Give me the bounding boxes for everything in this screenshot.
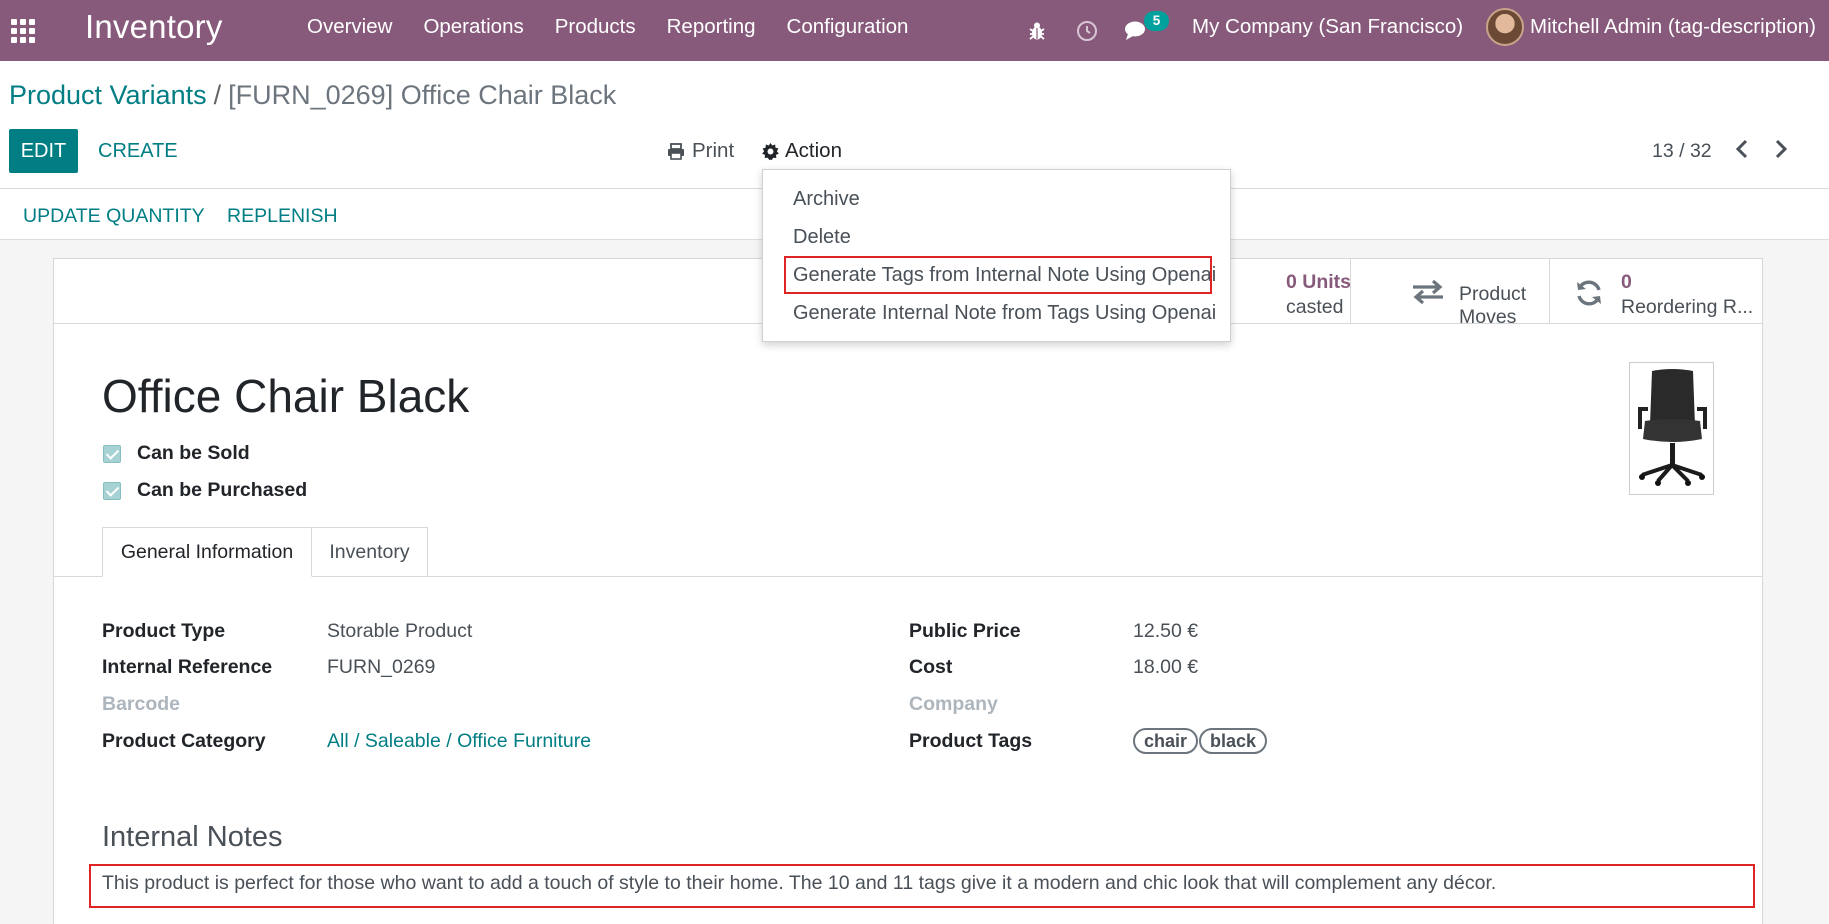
internal-notes-title: Internal Notes — [102, 821, 283, 853]
reordering-value: 0 — [1621, 271, 1632, 293]
menu-reporting[interactable]: Reporting — [667, 15, 756, 39]
breadcrumb: Product Variants / [FURN_0269] Office Chai… — [9, 80, 616, 111]
breadcrumb-product-variants[interactable]: Product Variants — [9, 80, 207, 110]
update-quantity-button[interactable]: UPDATE QUANTITY — [23, 205, 205, 228]
replenish-button[interactable]: REPLENISH — [227, 205, 338, 228]
tag-black[interactable]: black — [1199, 728, 1268, 754]
menu-products[interactable]: Products — [555, 15, 636, 39]
tab-general-information[interactable]: General Information — [102, 527, 312, 577]
bug-icon[interactable] — [1026, 0, 1048, 61]
forecasted-label: casted — [1286, 296, 1344, 318]
menu-configuration[interactable]: Configuration — [787, 15, 909, 39]
pager-value[interactable]: 13 / 32 — [1652, 140, 1712, 163]
action-menu-button[interactable]: Action — [762, 139, 842, 163]
product-category-link[interactable]: All / Saleable / Office Furniture — [327, 730, 591, 753]
action-generate-note-from-tags[interactable]: Generate Internal Note from Tags Using O… — [793, 302, 1216, 325]
tab-inventory[interactable]: Inventory — [312, 527, 428, 577]
gear-icon — [762, 142, 779, 160]
action-dropdown-menu: Archive Delete Generate Tags from Intern… — [762, 169, 1231, 342]
main-menu: Overview Operations Products Reporting C… — [307, 15, 939, 39]
pager-previous-button[interactable] — [1735, 139, 1749, 164]
menu-overview[interactable]: Overview — [307, 15, 392, 39]
can-be-sold-label: Can be Sold — [137, 442, 250, 464]
apps-grid-icon[interactable] — [9, 16, 37, 44]
product-name: Office Chair Black — [102, 370, 470, 422]
menu-operations[interactable]: Operations — [423, 15, 523, 39]
create-button[interactable]: CREATE — [98, 140, 178, 163]
user-menu[interactable]: Mitchell Admin (tag-description) — [1530, 15, 1816, 39]
chevron-right-icon — [1775, 139, 1788, 159]
activity-clock-icon[interactable] — [1076, 0, 1098, 61]
forecasted-value: 0 Units — [1286, 271, 1352, 293]
breadcrumb-current-record: [FURN_0269] Office Chair Black — [228, 80, 617, 110]
product-type-value: Storable Product — [327, 620, 473, 642]
app-title[interactable]: Inventory — [85, 8, 223, 46]
public-price-value: 12.50 € — [1133, 620, 1199, 642]
internal-reference-label: Internal Reference — [102, 656, 273, 678]
product-image[interactable] — [1629, 362, 1714, 495]
refresh-icon — [1577, 280, 1601, 306]
action-label: Action — [785, 139, 842, 162]
pager-next-button[interactable] — [1774, 139, 1788, 164]
generate-tags-highlight — [784, 256, 1212, 294]
company-label: Company — [909, 693, 998, 715]
cost-value: 18.00 € — [1133, 656, 1199, 678]
internal-note-highlight — [89, 864, 1755, 908]
office-chair-image — [1638, 369, 1707, 486]
internal-reference-value: FURN_0269 — [327, 656, 436, 678]
chat-icon[interactable] — [1124, 0, 1148, 61]
product-tags-label: Product Tags — [909, 730, 1033, 752]
product-moves-button[interactable]: Product Moves — [1350, 259, 1544, 328]
action-delete[interactable]: Delete — [793, 226, 851, 249]
can-be-purchased-label: Can be Purchased — [137, 479, 308, 501]
user-avatar[interactable] — [1486, 8, 1524, 46]
messages-count-badge: 5 — [1144, 11, 1169, 31]
notebook-tabs: General Information Inventory — [54, 527, 1762, 577]
exchange-arrows-icon — [1413, 280, 1443, 304]
top-navbar: Inventory Overview Operations Products R… — [0, 0, 1829, 61]
company-switcher[interactable]: My Company (San Francisco) — [1192, 15, 1463, 39]
product-category-label: Product Category — [102, 730, 266, 752]
public-price-label: Public Price — [909, 620, 1021, 642]
print-menu-button[interactable]: Print — [667, 139, 734, 163]
reordering-rules-button[interactable]: 0 Reordering R... — [1549, 259, 1762, 323]
print-icon — [668, 142, 684, 160]
barcode-label: Barcode — [102, 693, 181, 715]
tag-chair[interactable]: chair — [1133, 728, 1199, 754]
print-label: Print — [692, 139, 735, 162]
can-be-sold-checkbox[interactable] — [103, 445, 121, 463]
cost-label: Cost — [909, 656, 953, 678]
form-sheet: 0 Units casted Product Moves 0 Reorderin… — [53, 258, 1763, 924]
can-be-purchased-checkbox[interactable] — [103, 482, 121, 500]
chevron-left-icon — [1735, 139, 1748, 159]
product-type-label: Product Type — [102, 620, 226, 642]
edit-button[interactable]: EDIT — [9, 129, 78, 173]
action-archive[interactable]: Archive — [793, 188, 860, 211]
breadcrumb-separator: / — [213, 80, 222, 110]
product-moves-label: Product Moves — [1459, 283, 1527, 328]
reordering-label: Reordering R... — [1621, 296, 1754, 318]
